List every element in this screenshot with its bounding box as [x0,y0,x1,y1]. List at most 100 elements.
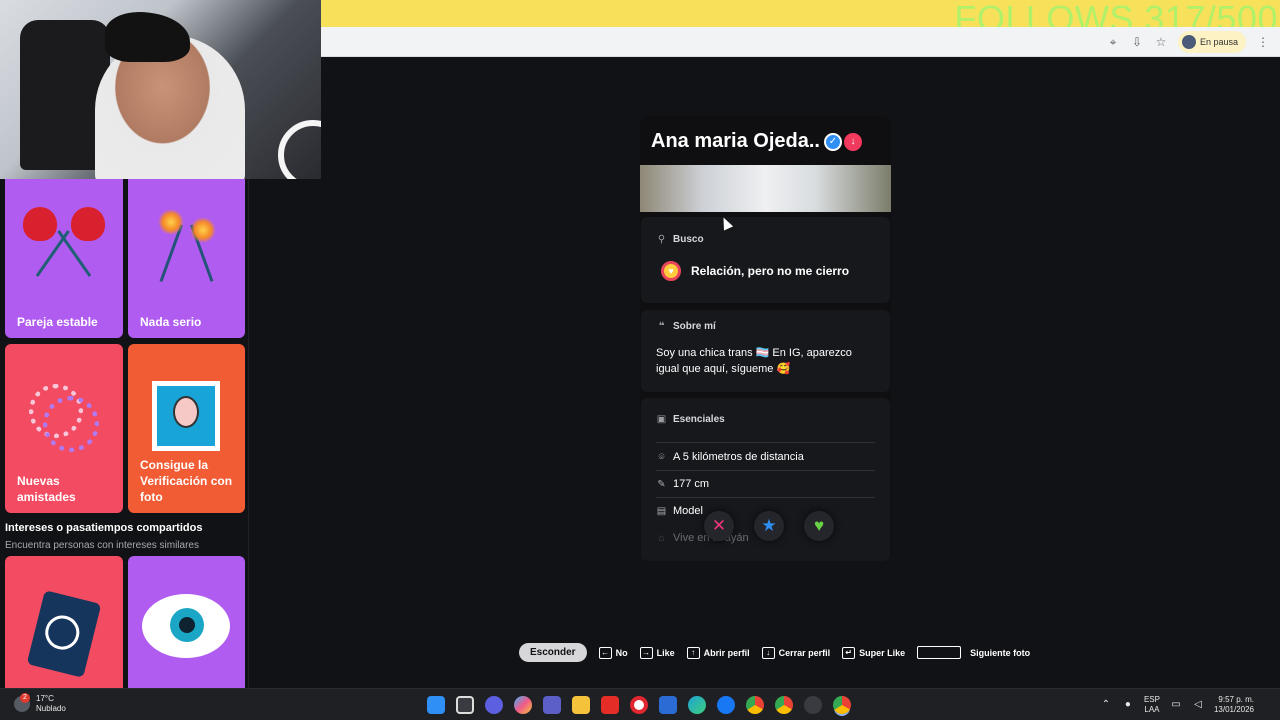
divider [656,470,875,471]
copilot-icon[interactable] [514,696,532,714]
pause-label: En pausa [1199,37,1238,47]
chrome-profile-icon[interactable] [775,696,793,714]
temperature: 17°C [36,694,54,703]
card-photo-verification[interactable]: Consigue la Verificación con foto [128,344,245,513]
divider [656,442,875,443]
rose-icon [23,207,57,241]
keyboard-shortcuts: Esconder ← No → Like ↑ Abrir perfil ↓ Cerrar… [519,643,1030,662]
hide-shortcuts-button[interactable]: Esconder [519,643,587,662]
display-icon[interactable]: ▭ [1170,699,1182,711]
enter-key-icon: ↵ [842,646,856,659]
shortcut-next-photo: Siguiente foto [917,646,1030,659]
menu-dots-icon[interactable]: ⋮ [1256,35,1270,49]
taskbar-apps [427,696,851,714]
profile-avatar [1181,35,1196,49]
weather-condition: Nublado [36,704,66,713]
bracelet-icon [43,396,99,452]
clock[interactable]: 9:57 p. m. 13/01/2026 [1214,695,1254,715]
opera-icon[interactable] [630,696,648,714]
file-explorer-icon[interactable] [572,696,590,714]
profile-card[interactable]: Ana maria Ojeda.. ✓ ↓ ⚲ Busco ♥ Relación… [640,116,891,561]
sobre-mi-section: ❝ Sobre mí Soy una chica trans 🏳️‍⚧️ En … [641,310,890,392]
busco-heading: ⚲ Busco [657,234,704,245]
super-like-button[interactable]: ★ [754,511,784,541]
card-travel-interest[interactable] [5,556,123,689]
shortcut-like: → Like [639,646,675,659]
arrow-up-key-icon: ↑ [686,646,700,659]
id-card-icon: ▣ [656,414,667,425]
sparkler-icon [158,209,184,235]
microphone-icon[interactable]: ● [1122,699,1134,711]
card-label: Consigue la Verificación con foto [140,458,233,504]
face-icon [173,396,199,428]
spacebar-key-icon [917,646,962,659]
screen: FOLLOWS 317/500 ⌖ ⇩ ☆ En pausa ⋮ Pareja … [0,0,1280,720]
card-pareja-estable[interactable]: Pareja estable [5,179,123,338]
browser-toolbar: ⌖ ⇩ ☆ En pausa ⋮ [321,27,1280,57]
browser-tab-strip: FOLLOWS 317/500 [321,0,1280,39]
swipe-actions: ✕ ★ ♥ [704,511,834,541]
volume-icon[interactable]: ◁ [1192,699,1204,711]
streamer-hair [105,12,190,62]
card-nuevas-amistades[interactable]: Nuevas amistades [5,344,123,513]
arrow-down-key-icon: ↓ [761,646,775,659]
arrow-down-badge-icon[interactable]: ↓ [843,132,862,151]
home-icon: ⌂ [658,532,665,544]
busco-value: ♥ Relación, pero no me cierro [661,261,849,281]
webcam-overlay [0,0,321,179]
ruler-icon: ✎ [657,478,666,490]
busco-section: ⚲ Busco ♥ Relación, pero no me cierro [641,217,890,303]
section-subtitle: Encuentra personas con intereses similar… [5,540,199,551]
like-button[interactable]: ♥ [804,511,834,541]
section-title: Intereses o pasatiempos compartidos [5,522,203,534]
divider [656,497,875,498]
shortcut-close-profile: ↓ Cerrar perfil [761,646,830,659]
bookmark-star-icon[interactable]: ☆ [1154,35,1168,49]
weather-widget[interactable]: 2 17°C Nublado [14,693,66,714]
chrome-active-icon[interactable] [833,696,851,714]
esenciales-heading: ▣ Esenciales [656,414,725,425]
rose-icon [71,207,105,241]
verified-badge-icon: ✓ [823,132,842,151]
system-tray: ⌃ ● ESP LAA ▭ ◁ 9:57 p. m. 13/01/2026 [1100,695,1254,715]
chrome-icon[interactable] [746,696,764,714]
ring-light [278,120,321,179]
x-icon: ✕ [711,516,727,535]
sobre-mi-heading: ❝ Sobre mí [656,321,716,332]
nope-button[interactable]: ✕ [704,511,734,541]
arrow-right-key-icon: → [639,646,653,659]
store-icon[interactable] [659,696,677,714]
essential-distance: ⌾ A 5 kilómetros de distancia [656,451,875,463]
card-nada-serio[interactable]: Nada serio [128,179,245,338]
windows-start-icon[interactable] [427,696,445,714]
passport-icon [26,590,102,678]
install-app-icon[interactable]: ⇩ [1130,35,1144,49]
card-eye-interest[interactable] [128,556,245,689]
facebook-icon[interactable] [717,696,735,714]
teams-icon[interactable] [543,696,561,714]
chat-icon[interactable] [485,696,503,714]
toolbar-actions: ⌖ ⇩ ☆ En pausa ⋮ [1106,31,1270,53]
location-pin-icon: ⌾ [658,451,665,463]
chevron-up-icon[interactable]: ⌃ [1100,699,1112,711]
bio-text: Soy una chica trans 🏳️‍⚧️ En IG, aparezc… [656,347,852,375]
explore-panel: Pareja estable Nada serio Nuevas amistad… [0,179,249,689]
shortcut-super-like: ↵ Super Like [842,646,905,659]
notification-badge: 2 [20,693,30,703]
sparkler-icon [190,217,216,243]
briefcase-icon: ▤ [656,505,667,517]
youtube-icon[interactable] [601,696,619,714]
card-label: Pareja estable [17,315,98,329]
profile-photo[interactable] [640,165,891,212]
card-label: Nada serio [140,315,202,329]
location-icon[interactable]: ⌖ [1106,35,1120,49]
edge-icon[interactable] [688,696,706,714]
language-indicator[interactable]: ESP LAA [1144,695,1160,715]
profile-pause-button[interactable]: En pausa [1177,31,1246,53]
task-view-icon[interactable] [456,696,474,714]
cloud-icon: 2 [14,693,30,712]
search-icon: ⚲ [657,234,666,245]
obs-icon[interactable] [804,696,822,714]
profile-header: Ana maria Ojeda.. ✓ ↓ [651,130,862,153]
star-icon: ★ [761,516,777,535]
